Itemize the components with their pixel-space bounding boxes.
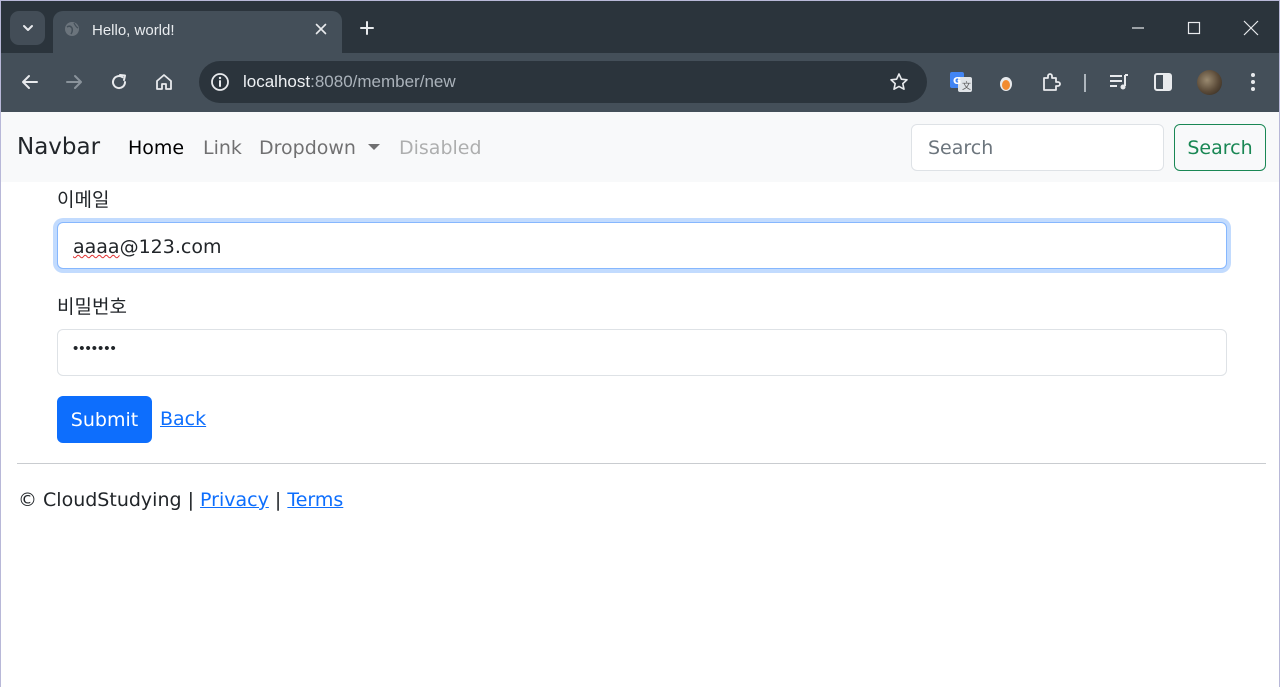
home-icon [156, 74, 172, 90]
footer-divider [17, 463, 1266, 464]
submit-button[interactable]: Submit [57, 396, 152, 443]
globe-icon [65, 22, 79, 36]
minimize-icon [1132, 27, 1144, 29]
new-tab-button[interactable] [356, 17, 378, 39]
browser-toolbar: localhost:8080/member/new G文 [1, 53, 1279, 112]
arrow-left-icon [22, 75, 38, 89]
reload-button[interactable] [106, 69, 132, 95]
navbar-search-input[interactable] [911, 124, 1164, 171]
footer: © CloudStudying | Privacy | Terms [18, 489, 343, 511]
forward-nav-button[interactable] [61, 69, 87, 95]
site-info-button[interactable] [207, 69, 233, 95]
caret-down-icon [367, 144, 380, 150]
browser-tab[interactable]: Hello, world! [53, 11, 342, 53]
email-label: 이메일 [57, 189, 110, 211]
google-translate-icon: G文 [950, 72, 972, 92]
translate-extension-button[interactable]: G文 [948, 69, 974, 95]
address-bar[interactable]: localhost:8080/member/new [199, 61, 927, 103]
footer-terms-link[interactable]: Terms [287, 489, 343, 511]
window-close-button[interactable] [1238, 15, 1264, 41]
chevron-down-icon [22, 25, 33, 31]
more-vertical-icon [1251, 73, 1255, 91]
navbar-search-button[interactable]: Search [1174, 124, 1266, 171]
side-panel-button[interactable] [1150, 69, 1176, 95]
nav-link-home[interactable]: Home [128, 137, 184, 159]
close-icon [1243, 20, 1259, 36]
nav-link-link[interactable]: Link [203, 137, 242, 159]
password-label: 비밀번호 [57, 296, 127, 318]
nav-link-disabled: Disabled [399, 137, 482, 159]
browser-menu-button[interactable] [1240, 69, 1266, 95]
extensions-menu-button[interactable] [1038, 69, 1064, 95]
navbar-brand[interactable]: Navbar [17, 134, 100, 160]
tab-title: Hello, world! [92, 22, 175, 39]
info-icon [211, 73, 229, 91]
tab-close-button[interactable] [312, 20, 330, 38]
tab-strip: Hello, world! [1, 1, 1279, 53]
svg-text:G: G [953, 76, 961, 87]
url-path: :8080/member/new [310, 72, 456, 91]
puzzle-icon [1043, 73, 1061, 91]
arrow-right-icon [66, 75, 82, 89]
password-field[interactable] [57, 329, 1227, 376]
back-link[interactable]: Back [160, 408, 206, 430]
star-icon [890, 73, 908, 90]
side-panel-icon [1154, 73, 1172, 91]
reload-icon [112, 74, 127, 90]
maximize-button[interactable] [1181, 15, 1207, 41]
home-button[interactable] [151, 69, 177, 95]
nav-dropdown[interactable]: Dropdown [259, 137, 380, 159]
media-control-button[interactable] [1106, 69, 1132, 95]
extension-button[interactable] [993, 69, 1019, 95]
tab-search-button[interactable] [10, 11, 45, 45]
profile-avatar[interactable] [1197, 70, 1222, 95]
email-field[interactable] [57, 222, 1227, 269]
footer-privacy-link[interactable]: Privacy [200, 489, 269, 511]
page-viewport: Navbar Home Link Dropdown Disabled Searc… [1, 112, 1279, 687]
extension-drop-icon [1000, 77, 1012, 91]
back-nav-button[interactable] [17, 69, 43, 95]
url-text[interactable]: localhost:8080/member/new [243, 72, 456, 92]
navbar: Navbar Home Link Dropdown Disabled Searc… [1, 112, 1279, 182]
footer-copyright: © CloudStudying | [18, 489, 194, 511]
plus-icon [360, 21, 374, 35]
bookmark-button[interactable] [887, 70, 911, 94]
toolbar-separator [1084, 74, 1086, 92]
footer-separator: | [274, 489, 282, 511]
close-icon [315, 23, 327, 35]
maximize-icon [1187, 21, 1201, 35]
svg-text:文: 文 [962, 80, 971, 92]
url-host: localhost [243, 72, 311, 91]
minimize-button[interactable] [1125, 15, 1151, 41]
nav-dropdown-label: Dropdown [259, 137, 356, 159]
music-queue-icon [1110, 74, 1128, 90]
